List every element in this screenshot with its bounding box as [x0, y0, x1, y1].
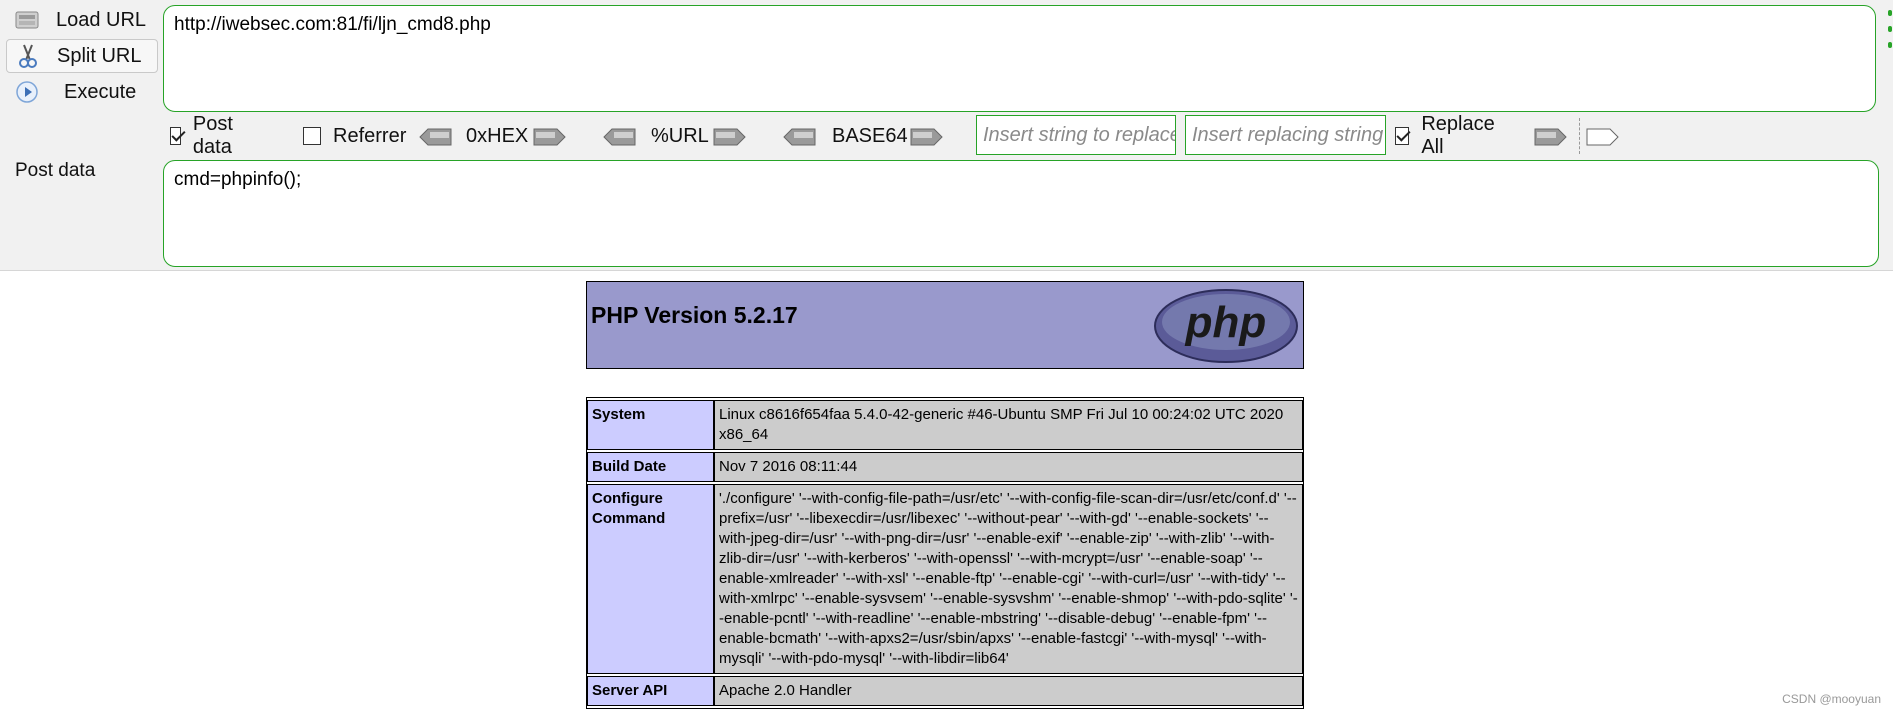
load-url-button[interactable]: Load URL [6, 3, 158, 37]
post-data-label: Post data [15, 160, 96, 181]
post-data-checkbox-label: Post data [192, 113, 233, 158]
referrer-checkbox[interactable]: Referrer [303, 120, 406, 152]
phpinfo-table: System Linux c8616f654faa 5.4.0-42-gener… [586, 397, 1304, 709]
replace-reverse-arrow-icon[interactable] [1586, 126, 1620, 148]
play-icon [12, 77, 42, 107]
replace-arrow-icon[interactable] [1534, 126, 1568, 148]
row-value: './configure' '--with-config-file-path=/… [714, 484, 1303, 674]
execute-label: Execute [64, 80, 137, 103]
post-data-checkbox[interactable]: Post data [170, 113, 240, 158]
hex-decode-arrow-icon[interactable] [418, 126, 452, 148]
replace-string-input[interactable]: Insert string to replace [976, 115, 1176, 155]
replace-all-label: Replace All [1421, 113, 1495, 158]
replace-all-checkbox[interactable]: Replace All [1395, 113, 1498, 158]
hex-encode-arrow-icon[interactable] [533, 126, 567, 148]
replacing-string-input[interactable]: Insert replacing string [1185, 115, 1386, 155]
split-url-label: Split URL [57, 44, 142, 67]
url-encode-arrow-icon[interactable] [713, 126, 747, 148]
replace-all-check-box[interactable] [1395, 127, 1410, 145]
hex-label: 0xHEX [466, 125, 529, 147]
table-row: Server API Apache 2.0 Handler [587, 676, 1303, 706]
load-url-icon [12, 5, 42, 35]
php-logo: php [1154, 289, 1298, 363]
post-data-check-box[interactable] [170, 127, 181, 145]
row-value: Nov 7 2016 08:11:44 [714, 452, 1303, 482]
url-encode-label: %URL [651, 125, 709, 147]
referrer-checkbox-label: Referrer [333, 124, 407, 147]
scissors-icon [13, 41, 43, 71]
base64-decode-arrow-icon[interactable] [782, 126, 816, 148]
php-logo-text: php [1185, 298, 1267, 347]
url-decode-arrow-icon[interactable] [602, 126, 636, 148]
referrer-check-box[interactable] [303, 127, 321, 145]
row-value: Apache 2.0 Handler [714, 676, 1303, 706]
url-input[interactable]: http://iwebsec.com:81/fi/ljn_cmd8.php [163, 5, 1876, 112]
php-version-header: PHP Version 5.2.17 php [586, 281, 1304, 369]
hackbar-panel: Load URL Split URL Execute http://iwebse… [0, 0, 1893, 271]
row-key: System [587, 400, 714, 450]
row-key: Server API [587, 676, 714, 706]
load-url-label: Load URL [56, 8, 147, 31]
split-url-button[interactable]: Split URL [6, 39, 158, 73]
panel-edge-handles [1888, 10, 1893, 48]
toolbar-divider [1579, 118, 1580, 154]
row-key: Configure Command [587, 484, 714, 674]
table-row: Build Date Nov 7 2016 08:11:44 [587, 452, 1303, 482]
execute-button[interactable]: Execute [6, 75, 158, 109]
base64-label: BASE64 [832, 125, 908, 147]
row-value: Linux c8616f654faa 5.4.0-42-generic #46-… [714, 400, 1303, 450]
row-key: Build Date [587, 452, 714, 482]
table-row: Configure Command './configure' '--with-… [587, 484, 1303, 674]
base64-encode-arrow-icon[interactable] [910, 126, 944, 148]
php-version-title: PHP Version 5.2.17 [591, 302, 798, 328]
watermark: CSDN @mooyuan [1782, 692, 1881, 706]
post-data-textarea[interactable]: cmd=phpinfo(); [163, 160, 1879, 267]
table-row: System Linux c8616f654faa 5.4.0-42-gener… [587, 400, 1303, 450]
